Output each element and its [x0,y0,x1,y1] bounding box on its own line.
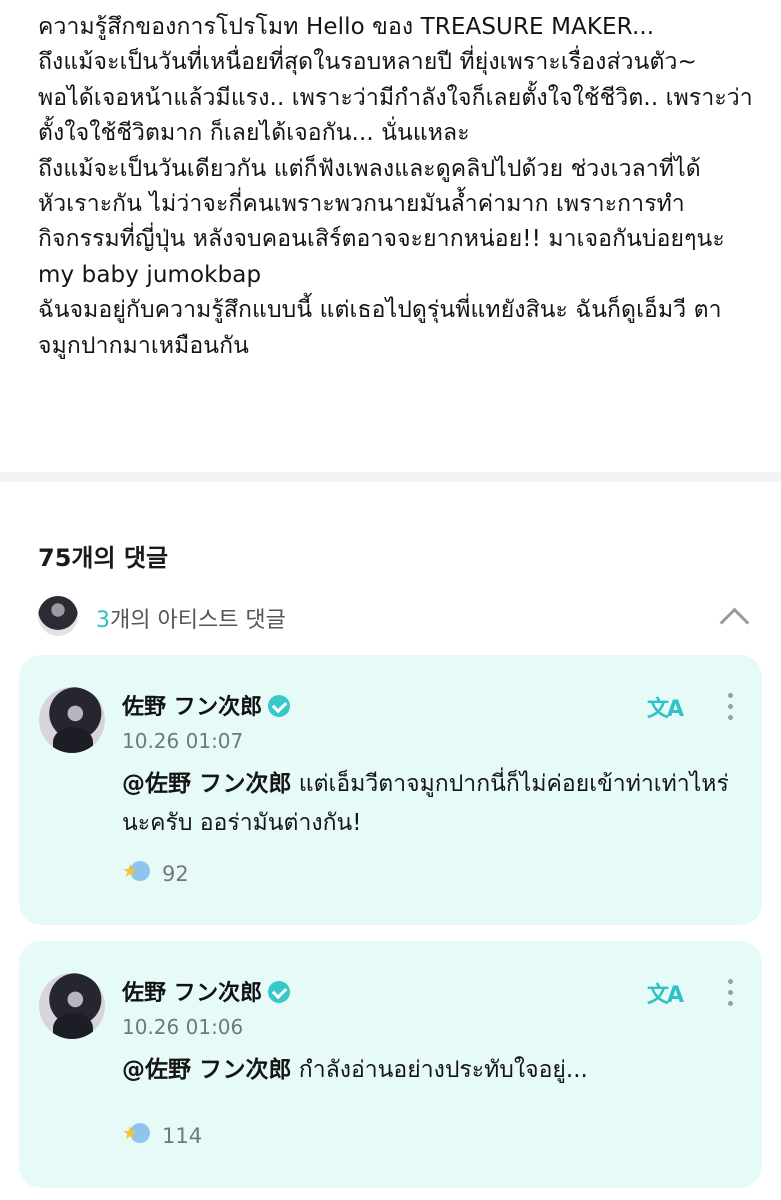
like-button[interactable]: ★ 92 [122,861,189,887]
like-count: 92 [162,862,189,886]
like-count: 114 [162,1124,203,1148]
avatar[interactable] [39,973,105,1039]
more-vertical-icon[interactable] [728,979,734,1009]
comment-author[interactable]: 佐野 フン次郎 [122,975,291,1007]
artist-comment-text: 개의 아티스트 댓글 [110,608,286,633]
comment-mention[interactable]: @佐野 フン次郎 [122,771,291,797]
comment-text: @佐野 フン次郎 แต่เอ็มวีตาจมูกปากนี่ก็ไม่ค่อยเ… [122,765,732,843]
like-icon: ★ [122,859,150,885]
artist-comment-card: 佐野 フン次郎 10.26 01:07 @佐野 フン次郎 แต่เอ็มวีตา… [19,655,762,925]
comment-author-name: 佐野 フン次郎 [122,981,263,1006]
more-vertical-icon[interactable] [728,693,734,723]
comments-header: 75개의 댓글 [0,482,781,582]
translate-icon[interactable]: 文A [647,691,684,723]
comment-author-name: 佐野 フン次郎 [122,695,263,720]
comment-timestamp: 10.26 01:07 [122,729,244,753]
artist-comment-count: 3 [96,608,110,633]
artist-comments-toggle[interactable]: 3개의 아티스트 댓글 [0,582,781,660]
comment-body: กำลังอ่านอย่างประทับใจอยู่... [298,1057,588,1083]
comment-timestamp: 10.26 01:06 [122,1015,244,1039]
comment-text: @佐野 フン次郎 กำลังอ่านอย่างประทับใจอยู่... [122,1051,732,1090]
chevron-up-icon[interactable] [719,607,750,638]
post-content: ความรู้สึกของการโปรโมท Hello ของ TREASUR… [0,0,781,472]
comment-mention[interactable]: @佐野 フン次郎 [122,1057,291,1083]
like-icon: ★ [122,1121,150,1147]
like-button[interactable]: ★ 114 [122,1123,202,1149]
artist-comments-label: 3개의 아티스트 댓글 [96,602,286,634]
post-body-text: ความรู้สึกของการโปรโมท Hello ของ TREASUR… [38,14,753,359]
translate-icon[interactable]: 文A [647,977,684,1009]
comment-author[interactable]: 佐野 フン次郎 [122,689,291,721]
section-divider [0,472,781,482]
artist-avatar [38,596,78,636]
avatar[interactable] [39,687,105,753]
comment-count-title: 75개의 댓글 [38,544,169,572]
verified-badge-icon [268,981,291,1003]
artist-comment-card: 佐野 フン次郎 10.26 01:06 @佐野 フン次郎 กำลังอ่านอย… [19,941,762,1188]
verified-badge-icon [268,695,291,717]
